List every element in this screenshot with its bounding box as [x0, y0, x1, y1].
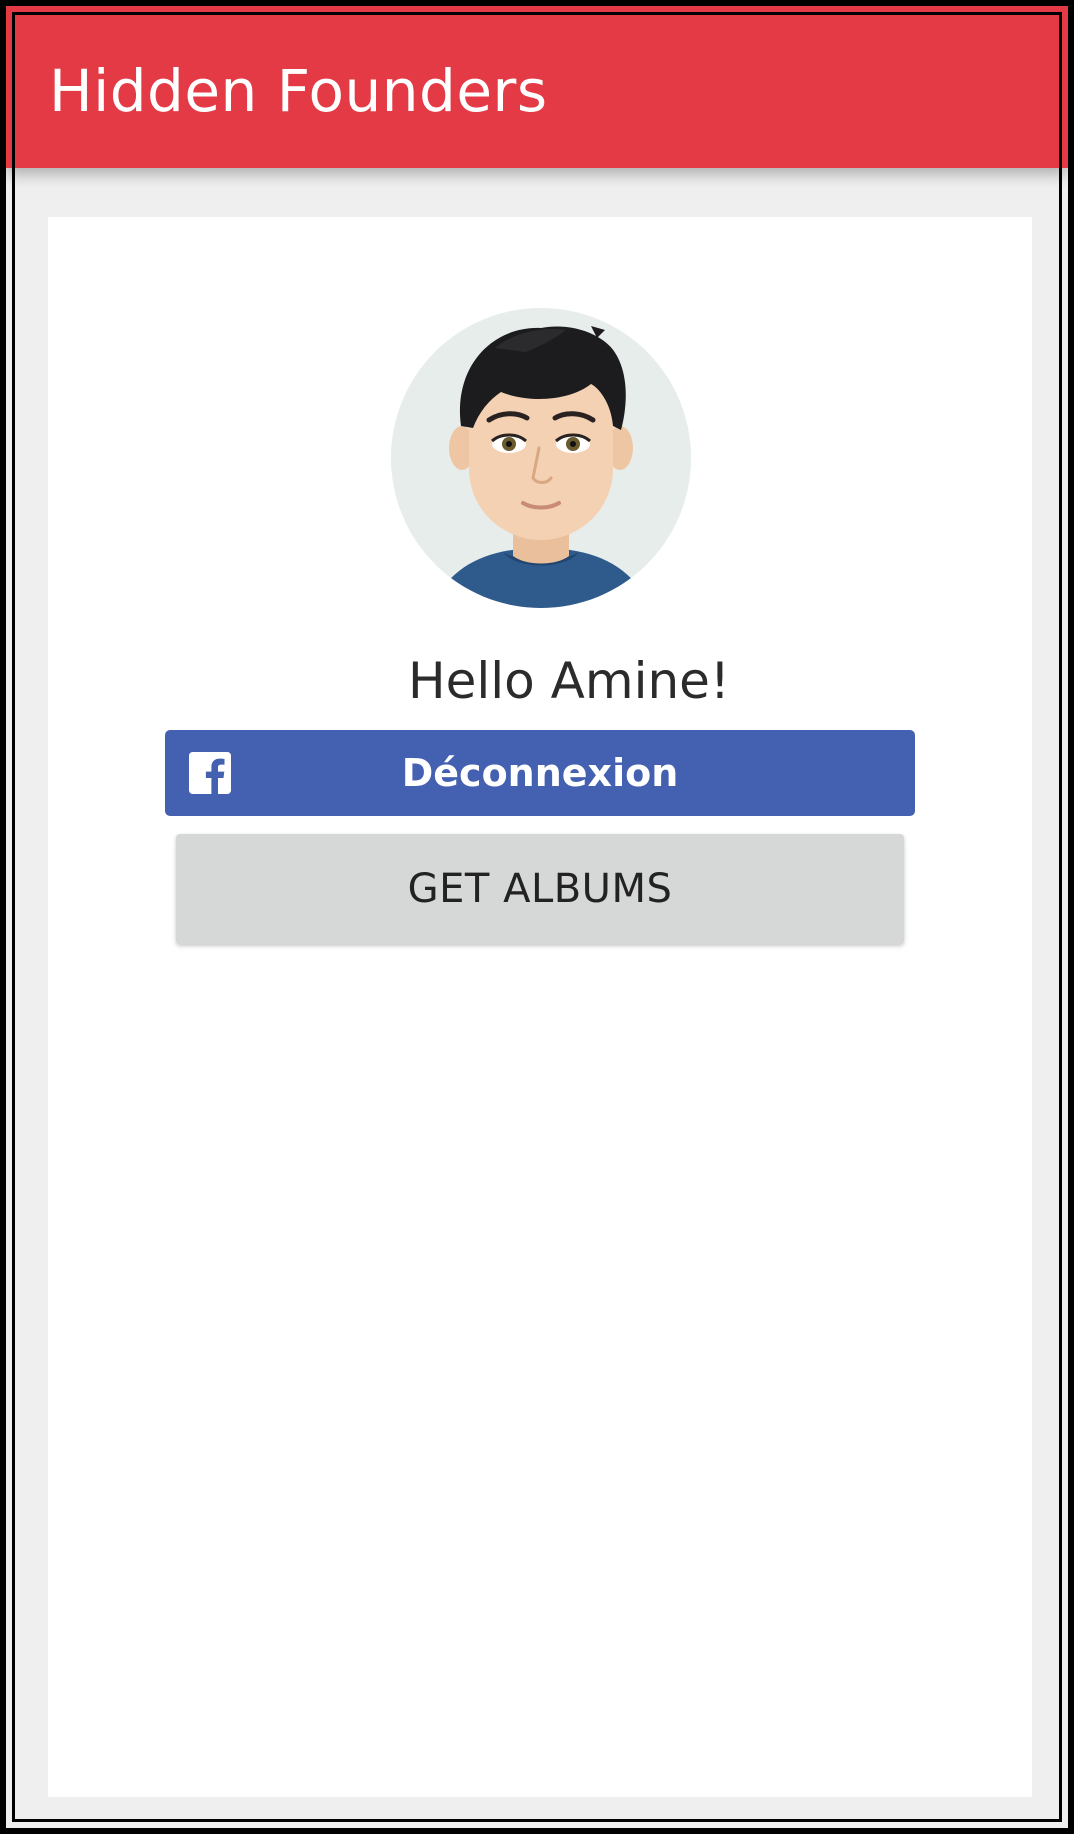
user-avatar	[391, 308, 691, 608]
profile-card: Hello Amine! Déconnexion GET ALBUMS	[48, 217, 1032, 1797]
get-albums-button[interactable]: GET ALBUMS	[176, 834, 904, 944]
avatar-icon	[391, 308, 691, 608]
device-frame: Hidden Founders Hello Amine! Déconnexion…	[0, 0, 1074, 1834]
facebook-logout-button[interactable]: Déconnexion	[165, 730, 915, 816]
app-bar: Hidden Founders	[6, 6, 1068, 168]
app-title: Hidden Founders	[49, 57, 548, 125]
get-albums-label: GET ALBUMS	[407, 866, 673, 912]
greeting-text: Hello Amine!	[408, 652, 730, 710]
facebook-logout-label: Déconnexion	[401, 751, 679, 795]
